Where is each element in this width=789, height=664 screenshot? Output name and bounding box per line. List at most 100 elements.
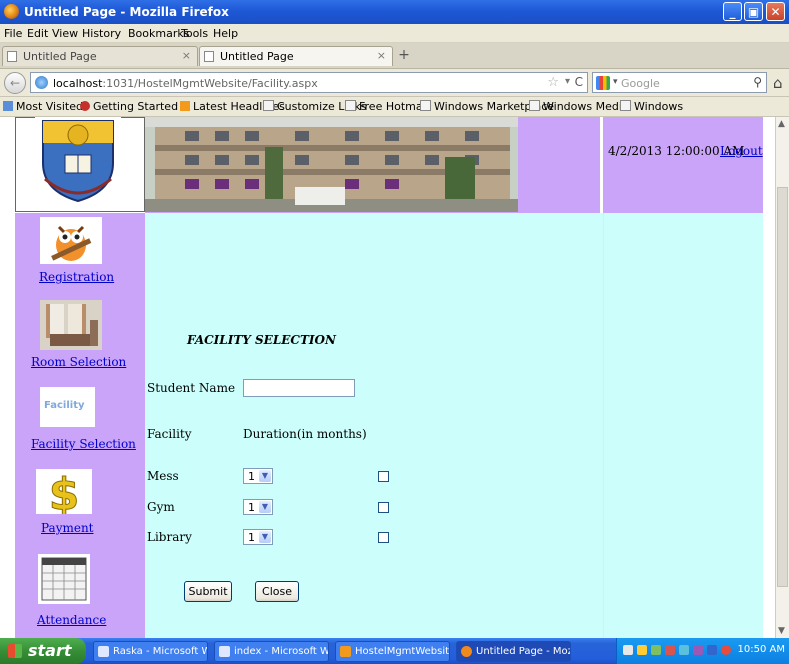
bookmark-label: Most Visited (16, 100, 83, 113)
bookmark-free-hotmail[interactable]: Free Hotmail (345, 100, 429, 113)
svg-text:$: $ (49, 469, 80, 514)
maximize-button[interactable]: ▣ (744, 2, 763, 21)
page-viewport: 4/2/2013 12:00:00 AM Logout Registration… (0, 117, 775, 638)
taskbar-item-label: HostelMgmtWebsite (... (355, 646, 450, 657)
vertical-scrollbar[interactable]: ▲ ▼ (775, 117, 789, 638)
sidebar-item-payment[interactable]: Payment (41, 521, 94, 535)
menu-bar: File Edit View History Bookmarks Tools H… (0, 24, 789, 43)
tab-label: Untitled Page (220, 50, 294, 63)
select-value: 1 (248, 501, 255, 514)
main-content (145, 213, 603, 638)
search-bar[interactable]: ▾ Google ⚲ (592, 72, 767, 93)
bookmark-label: Free Hotmail (359, 100, 429, 113)
bookmark-most-visited[interactable]: Most Visited (3, 100, 83, 113)
taskbar-item-firefox[interactable]: Untitled Page - Mozil... (456, 641, 571, 662)
select-value: 1 (248, 470, 255, 483)
page-icon (345, 100, 356, 111)
close-tab-icon[interactable]: × (182, 49, 191, 62)
gym-duration-select[interactable]: 1 ▼ (243, 499, 273, 515)
search-icon[interactable]: ⚲ (753, 75, 762, 89)
menu-file[interactable]: File (4, 27, 22, 40)
tab-untitled-1[interactable]: Untitled Page × (2, 46, 198, 66)
tray-icon[interactable] (679, 645, 689, 655)
url-bar[interactable]: localhost:1031/HostelMgmtWebsite/Facilit… (30, 72, 588, 93)
tray-icon[interactable] (637, 645, 647, 655)
scroll-down-icon[interactable]: ▼ (778, 626, 785, 636)
menu-history[interactable]: History (82, 27, 121, 40)
menu-edit[interactable]: Edit (27, 27, 48, 40)
tray-icon[interactable] (693, 645, 703, 655)
speaker-icon[interactable] (721, 645, 731, 655)
engine-dropdown-icon[interactable]: ▾ (613, 77, 618, 87)
minimize-button[interactable]: _ (723, 2, 742, 21)
taskbar-clock: 10:50 AM (737, 644, 785, 655)
bookmark-windows-media[interactable]: Windows Media (529, 100, 629, 113)
taskbar-item-index-word[interactable]: index - Microsoft Word (214, 641, 329, 662)
close-button[interactable]: Close (255, 581, 299, 602)
taskbar-item-raska-word[interactable]: Raska - Microsoft Word (93, 641, 208, 662)
menu-tools[interactable]: Tools (181, 27, 208, 40)
bluetooth-icon[interactable] (707, 645, 717, 655)
tray-icon[interactable] (665, 645, 675, 655)
facility-column-header: Facility (147, 427, 192, 441)
start-label: start (28, 641, 72, 660)
close-window-button[interactable]: ✕ (766, 2, 785, 21)
mess-duration-select[interactable]: 1 ▼ (243, 468, 273, 484)
logout-link[interactable]: Logout (720, 144, 763, 158)
owl-icon (40, 217, 102, 264)
taskbar-item-hostelmgmtwebsite[interactable]: HostelMgmtWebsite (... (335, 641, 450, 662)
duration-column-header: Duration(in months) (243, 427, 367, 441)
library-checkbox[interactable] (378, 532, 389, 543)
sidebar-item-registration[interactable]: Registration (39, 270, 114, 284)
tab-label: Untitled Page (23, 50, 97, 63)
room-photo-icon (40, 300, 102, 350)
facility-mess-label: Mess (147, 469, 179, 483)
network-icon[interactable] (623, 645, 633, 655)
menu-help[interactable]: Help (213, 27, 238, 40)
url-host: localhost (53, 77, 103, 90)
page-icon (420, 100, 431, 111)
gym-checkbox[interactable] (378, 502, 389, 513)
sidebar-item-attendance[interactable]: Attendance (37, 613, 106, 627)
home-icon[interactable]: ⌂ (773, 74, 783, 92)
windows-logo-icon (8, 644, 22, 658)
google-icon[interactable] (596, 76, 610, 90)
menu-view[interactable]: View (52, 27, 78, 40)
scroll-up-icon[interactable]: ▲ (778, 119, 785, 129)
scrollbar-thumb[interactable] (777, 187, 788, 587)
bookmark-getting-started[interactable]: Getting Started (80, 100, 178, 113)
site-identity-icon[interactable] (35, 76, 48, 89)
submit-button[interactable]: Submit (184, 581, 232, 602)
facility-logo-icon: Facility (40, 387, 95, 427)
tray-icon[interactable] (651, 645, 661, 655)
select-value: 1 (248, 531, 255, 544)
bookmark-windows[interactable]: Windows (620, 100, 683, 113)
facility-library-label: Library (147, 530, 192, 544)
page-icon (7, 51, 17, 62)
facility-gym-label: Gym (147, 500, 175, 514)
chevron-down-icon[interactable]: ▼ (259, 531, 271, 543)
tab-untitled-2[interactable]: Untitled Page × (199, 46, 393, 66)
page-icon (620, 100, 631, 111)
start-button[interactable]: start (0, 638, 86, 664)
page-title: FACILITY SELECTION (187, 333, 336, 347)
most-visited-icon (3, 101, 13, 111)
reload-icon[interactable]: C (575, 75, 583, 89)
window-titlebar[interactable]: Untitled Page - Mozilla Firefox _ ▣ ✕ (0, 0, 789, 24)
hostel-building-image (145, 117, 518, 212)
new-tab-button[interactable]: + (395, 46, 413, 64)
chevron-down-icon[interactable]: ▼ (259, 470, 271, 482)
bookmark-star-icon[interactable]: ☆ (547, 75, 559, 90)
word-icon (98, 646, 109, 657)
sidebar-item-facility-selection[interactable]: Facility Selection (31, 437, 136, 451)
close-tab-icon[interactable]: × (377, 49, 386, 62)
rss-icon (180, 101, 190, 111)
student-name-input[interactable] (243, 379, 355, 397)
sidebar-item-room-selection[interactable]: Room Selection (31, 355, 126, 369)
visual-studio-icon (340, 646, 351, 657)
back-button[interactable]: ← (4, 72, 26, 94)
mess-checkbox[interactable] (378, 471, 389, 482)
library-duration-select[interactable]: 1 ▼ (243, 529, 273, 545)
history-dropdown-icon[interactable]: ▾ (565, 76, 570, 87)
chevron-down-icon[interactable]: ▼ (259, 501, 271, 513)
